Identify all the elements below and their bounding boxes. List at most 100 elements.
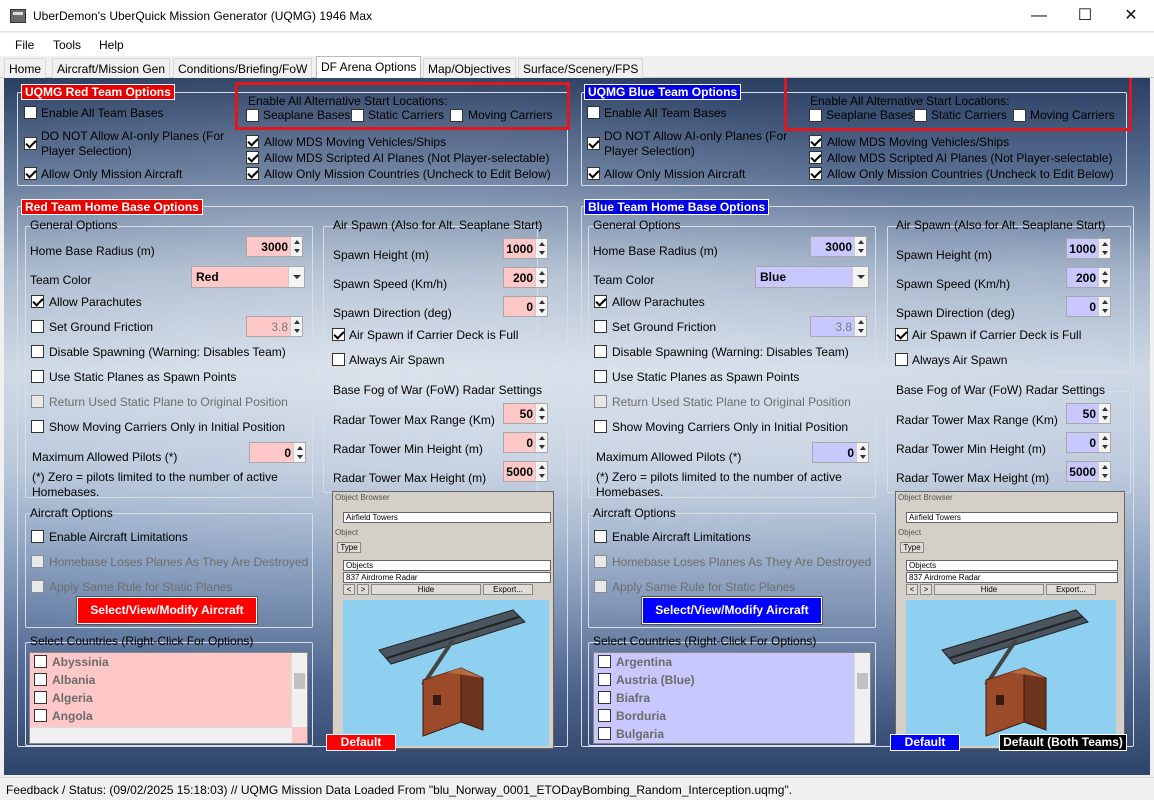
red-country-checkbox[interactable] (34, 709, 47, 722)
blue-always-air-checkbox[interactable] (895, 353, 908, 366)
red-max-pilots-arrows-icon[interactable] (293, 443, 305, 462)
blue-country-checkbox[interactable] (598, 727, 611, 740)
blue-team-color-select[interactable]: Blue (755, 266, 869, 288)
red-friction-arrows-icon[interactable] (290, 317, 302, 336)
red-preview-hide-button[interactable]: Hide (371, 584, 481, 595)
blue-team-color-chevron-down-icon[interactable] (852, 267, 868, 287)
blue-default-button[interactable]: Default (890, 734, 960, 751)
red-preview-category[interactable]: Airfield Towers (343, 512, 551, 523)
red-countries-vertical-scrollbar[interactable] (291, 653, 307, 727)
blue-mds-moving-checkbox[interactable] (809, 135, 822, 148)
red-select-aircraft-button[interactable]: Select/View/Modify Aircraft (76, 596, 258, 625)
blue-preview-next-button[interactable]: > (920, 584, 932, 595)
blue-only-mission-aircraft-checkbox[interactable] (587, 167, 600, 180)
blue-country-checkbox[interactable] (598, 691, 611, 704)
menu-tools[interactable]: Tools (53, 38, 81, 52)
red-countries-horizontal-scrollbar[interactable] (30, 727, 292, 743)
red-static-carriers-checkbox[interactable] (351, 109, 364, 122)
tab-home[interactable]: Home (4, 58, 47, 78)
blue-countries-vertical-scrollbar[interactable] (854, 653, 870, 743)
blue-spawn-height-spinner[interactable]: 1000 (1066, 238, 1111, 259)
blue-radar-max-range-spinner[interactable]: 50 (1066, 403, 1111, 424)
blue-loses-planes-checkbox[interactable] (594, 555, 607, 568)
blue-preview-export-button[interactable]: Export... (1046, 584, 1096, 595)
blue-spawn-direction-spinner[interactable]: 0 (1066, 296, 1111, 317)
red-spawn-direction-spinner[interactable]: 0 (503, 296, 548, 317)
red-loses-planes-checkbox[interactable] (31, 555, 44, 568)
red-radar-max-height-spinner[interactable]: 5000 (503, 461, 548, 482)
red-radar-min-height-arrows-icon[interactable] (535, 433, 547, 452)
red-spawn-direction-arrows-icon[interactable] (535, 297, 547, 316)
blue-preview-type-tab[interactable]: Type (900, 542, 924, 553)
red-preview-objects-select[interactable]: Objects (343, 560, 551, 571)
red-enable-limitations-checkbox[interactable] (31, 530, 44, 543)
blue-radar-max-height-arrows-icon[interactable] (1098, 462, 1110, 481)
red-seaplane-bases-checkbox[interactable] (246, 109, 259, 122)
red-preview-item-select[interactable]: 837 Airdrome Radar (343, 572, 551, 583)
blue-static-spawn-checkbox[interactable] (594, 370, 607, 383)
red-radar-max-height-arrows-icon[interactable] (535, 462, 547, 481)
blue-countries-list[interactable]: Argentina Austria (Blue) Biafra Borduria… (593, 652, 871, 744)
red-spawn-height-spinner[interactable]: 1000 (503, 238, 548, 259)
blue-preview-hide-button[interactable]: Hide (934, 584, 1044, 595)
red-friction-spinner[interactable]: 3.8 (246, 316, 303, 337)
blue-static-carriers-checkbox[interactable] (914, 109, 927, 122)
blue-select-aircraft-button[interactable]: Select/View/Modify Aircraft (641, 596, 823, 625)
red-moving-initial-checkbox[interactable] (31, 420, 44, 433)
red-team-color-chevron-down-icon[interactable] (288, 267, 304, 287)
tab-conditions-briefing-fow[interactable]: Conditions/Briefing/FoW (173, 58, 313, 78)
blue-friction-spinner[interactable]: 3.8 (810, 316, 867, 337)
red-return-static-checkbox[interactable] (31, 395, 44, 408)
blue-carrier-full-checkbox[interactable] (895, 328, 908, 341)
blue-spawn-speed-spinner[interactable]: 200 (1066, 267, 1111, 288)
blue-seaplane-bases-checkbox[interactable] (809, 109, 822, 122)
red-country-checkbox[interactable] (34, 655, 47, 668)
red-mds-moving-checkbox[interactable] (246, 135, 259, 148)
red-parachutes-checkbox[interactable] (31, 295, 44, 308)
red-always-air-checkbox[interactable] (332, 353, 345, 366)
red-country-checkbox[interactable] (34, 673, 47, 686)
red-mds-scripted-checkbox[interactable] (246, 151, 259, 164)
blue-radius-arrows-icon[interactable] (854, 237, 866, 256)
scroll-thumb[interactable] (857, 673, 868, 689)
blue-country-checkbox[interactable] (598, 709, 611, 722)
blue-country-checkbox[interactable] (598, 673, 611, 686)
blue-radar-min-height-spinner[interactable]: 0 (1066, 432, 1111, 453)
blue-no-ai-only-checkbox[interactable] (587, 137, 600, 150)
red-team-color-select[interactable]: Red (191, 266, 305, 288)
red-spawn-speed-arrows-icon[interactable] (535, 268, 547, 287)
red-spawn-height-arrows-icon[interactable] (535, 239, 547, 258)
red-radar-max-range-spinner[interactable]: 50 (503, 403, 548, 424)
blue-radar-max-height-spinner[interactable]: 5000 (1066, 461, 1111, 482)
red-radar-max-range-arrows-icon[interactable] (535, 404, 547, 423)
minimize-button[interactable]: — (1016, 0, 1062, 32)
tab-aircraft-mission-gen[interactable]: Aircraft/Mission Gen (52, 58, 171, 78)
blue-country-checkbox[interactable] (598, 655, 611, 668)
menu-help[interactable]: Help (99, 38, 124, 52)
red-countries-list[interactable]: Abyssinia Albania Algeria Angola (29, 652, 308, 744)
red-radius-spinner[interactable]: 3000 (246, 236, 303, 257)
blue-radar-min-height-arrows-icon[interactable] (1098, 433, 1110, 452)
red-disable-spawning-checkbox[interactable] (31, 345, 44, 358)
red-country-checkbox[interactable] (34, 691, 47, 704)
red-default-button[interactable]: Default (326, 734, 396, 751)
blue-radius-spinner[interactable]: 3000 (810, 236, 867, 257)
red-preview-next-button[interactable]: > (357, 584, 369, 595)
blue-friction-arrows-icon[interactable] (854, 317, 866, 336)
blue-parachutes-checkbox[interactable] (594, 295, 607, 308)
blue-enable-all-bases-checkbox[interactable] (587, 106, 600, 119)
blue-mds-scripted-checkbox[interactable] (809, 151, 822, 164)
blue-moving-carriers-checkbox[interactable] (1013, 109, 1026, 122)
tab-map-objectives[interactable]: Map/Objectives (423, 58, 516, 78)
blue-disable-spawning-checkbox[interactable] (594, 345, 607, 358)
blue-same-rule-checkbox[interactable] (594, 580, 607, 593)
blue-preview-objects-select[interactable]: Objects (906, 560, 1118, 571)
red-ground-friction-checkbox[interactable] (31, 320, 44, 333)
tab-df-arena-options[interactable]: DF Arena Options (316, 56, 422, 79)
red-radius-arrows-icon[interactable] (290, 237, 302, 256)
red-preview-type-tab[interactable]: Type (337, 542, 361, 553)
red-enable-all-bases-checkbox[interactable] (24, 106, 37, 119)
default-both-teams-button[interactable]: Default (Both Teams) (999, 734, 1127, 751)
blue-preview-item-select[interactable]: 837 Airdrome Radar (906, 572, 1118, 583)
blue-ground-friction-checkbox[interactable] (594, 320, 607, 333)
